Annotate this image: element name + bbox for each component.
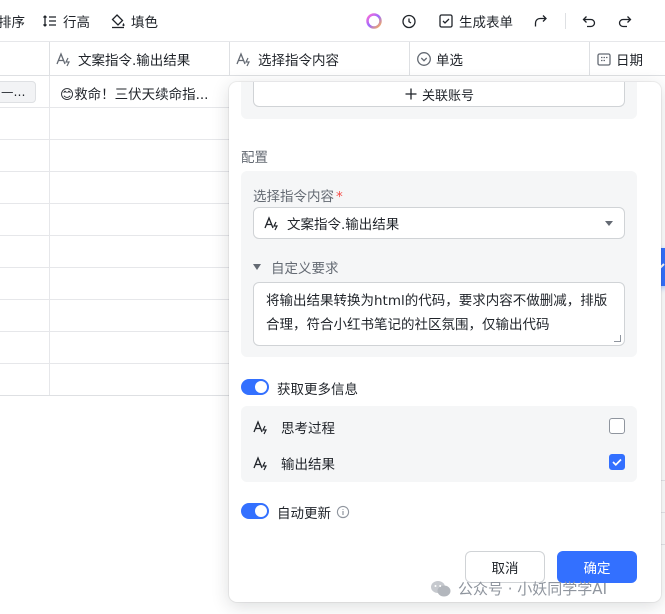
more-info-switch[interactable] — [241, 379, 269, 395]
toolbar-divider — [565, 13, 566, 29]
column-header-first[interactable] — [0, 42, 50, 76]
info-icon[interactable] — [336, 505, 350, 519]
share-button[interactable] — [533, 11, 549, 31]
calendar-icon — [597, 53, 611, 66]
watermark-text: 公众号 · 小妖同学学AI — [458, 580, 607, 598]
config-section-title: 配置 — [241, 150, 268, 166]
ai-text-icon — [253, 456, 267, 471]
table-row[interactable] — [0, 204, 229, 236]
table-row[interactable] — [0, 268, 229, 300]
custom-requirements-toggle[interactable]: 自定义要求 — [253, 257, 339, 277]
auto-update-switch[interactable] — [241, 503, 269, 519]
fill-color-label: 填色 — [131, 15, 158, 31]
more-item-thinking: 思考过程 — [253, 417, 335, 437]
switch-knob — [255, 505, 267, 517]
required-mark: * — [336, 189, 343, 205]
more-item-label: 输出结果 — [281, 457, 335, 473]
auto-update-label-wrap: 自动更新 — [277, 502, 350, 522]
ai-assistant-button[interactable] — [366, 11, 382, 31]
more-info-label: 获取更多信息 — [277, 382, 358, 398]
single-select-icon — [417, 52, 431, 66]
check-icon — [612, 458, 622, 467]
share-icon — [534, 15, 547, 27]
column-label: 日期 — [616, 53, 643, 69]
associate-account-label: 关联账号 — [421, 88, 474, 104]
auto-update-label: 自动更新 — [277, 506, 331, 522]
custom-requirements-label: 自定义要求 — [271, 261, 339, 277]
copy-output-cell[interactable]: 😊救命！三伏天续命指... — [60, 83, 208, 103]
table-row[interactable] — [0, 108, 229, 140]
thinking-checkbox[interactable] — [609, 418, 625, 434]
select-content-label-text: 选择指令内容 — [253, 189, 334, 205]
watermark: 公众号 · 小妖同学学AI — [430, 578, 607, 599]
table-row[interactable] — [0, 140, 229, 172]
output-checkbox[interactable] — [609, 454, 625, 470]
app-root: 排序 行高 填色 生成表单 文案指令.输出结果 选择指令内容 单选 日期 —..… — [0, 0, 665, 614]
generate-form-button[interactable]: 生成表单 — [438, 11, 513, 31]
account-section: 关联账号 — [241, 82, 637, 119]
column-label: 文案指令.输出结果 — [78, 53, 191, 69]
grid-header: 文案指令.输出结果 选择指令内容 单选 日期 — [0, 42, 665, 76]
column-header-select-content[interactable]: 选择指令内容 — [230, 42, 410, 76]
sort-button[interactable]: 排序 — [0, 11, 25, 31]
row-height-button[interactable]: 行高 — [42, 11, 90, 31]
undo-button[interactable] — [581, 11, 597, 31]
table-row[interactable]: —... 😊救命！三伏天续命指... — [0, 76, 229, 108]
toolbar: 排序 行高 填色 生成表单 — [0, 0, 665, 42]
select-content-dropdown[interactable]: 文案指令.输出结果 — [253, 207, 625, 239]
field-config-panel: 关联账号 配置 选择指令内容 * 文案指令.输出结果 自定义要求 将输出结果转换… — [229, 82, 661, 602]
custom-requirements-textarea[interactable]: 将输出结果转换为html的代码，要求内容不做删减，排版合理，符合小红书笔记的社区… — [253, 282, 625, 346]
form-icon — [439, 14, 453, 28]
custom-requirements-text: 将输出结果转换为html的代码，要求内容不做删减，排版合理，符合小红书笔记的社区… — [266, 293, 608, 333]
table-row[interactable] — [0, 236, 229, 268]
ai-orb-icon — [366, 13, 382, 29]
redo-button[interactable] — [617, 11, 633, 31]
table-row[interactable] — [0, 332, 229, 364]
row-height-icon — [43, 15, 56, 27]
redo-icon — [618, 16, 632, 28]
ai-text-icon — [253, 420, 267, 435]
history-button[interactable] — [401, 11, 417, 31]
switch-knob — [255, 381, 267, 393]
wechat-icon — [431, 580, 451, 596]
associate-account-button[interactable]: 关联账号 — [253, 82, 625, 107]
generate-form-label: 生成表单 — [459, 15, 513, 31]
sort-label: 排序 — [0, 15, 25, 31]
ai-text-icon — [56, 52, 70, 67]
ai-text-icon — [236, 52, 250, 67]
caret-down-icon — [605, 221, 613, 226]
column-label: 单选 — [436, 53, 463, 69]
column-header-single-select[interactable]: 单选 — [410, 42, 590, 76]
column-header-date[interactable]: 日期 — [590, 42, 665, 76]
fill-color-button[interactable]: 填色 — [110, 11, 158, 31]
select-content-value: 文案指令.输出结果 — [287, 217, 400, 233]
plus-icon — [405, 88, 417, 100]
more-info-box: 思考过程 输出结果 — [241, 406, 637, 482]
undo-icon — [582, 16, 596, 28]
table-row[interactable] — [0, 300, 229, 332]
table-row[interactable] — [0, 364, 229, 396]
more-item-output: 输出结果 — [253, 453, 335, 473]
select-content-label: 选择指令内容 * — [253, 185, 343, 205]
fill-color-icon — [111, 14, 125, 29]
resize-handle-icon[interactable] — [614, 335, 621, 342]
row-height-label: 行高 — [63, 15, 90, 31]
triangle-down-icon — [253, 264, 261, 270]
history-icon — [402, 14, 416, 29]
ai-text-icon — [264, 216, 278, 231]
table-row[interactable] — [0, 172, 229, 204]
column-header-copy-output[interactable]: 文案指令.输出结果 — [50, 42, 230, 76]
linked-record-chip[interactable]: —... — [0, 81, 36, 103]
config-box: 选择指令内容 * 文案指令.输出结果 自定义要求 将输出结果转换为html的代码，… — [241, 171, 637, 357]
column-label: 选择指令内容 — [258, 53, 339, 69]
more-item-label: 思考过程 — [281, 421, 335, 437]
